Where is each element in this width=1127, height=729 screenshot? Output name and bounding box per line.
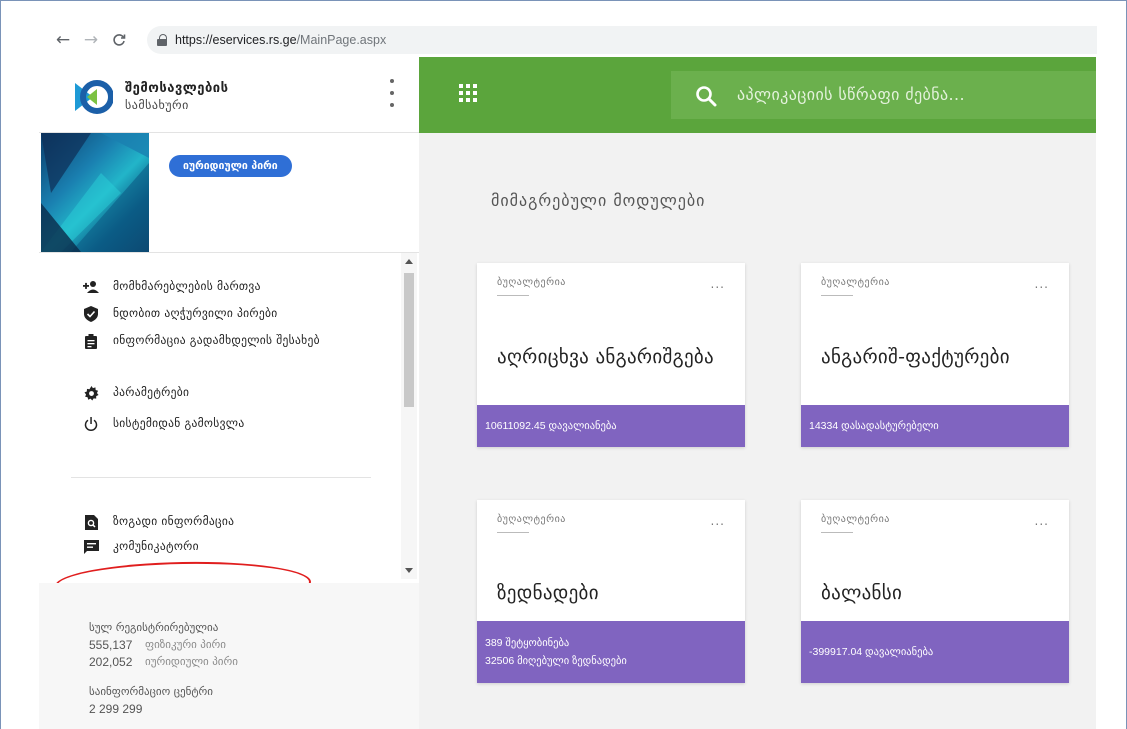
info-center-title: საინფორმაციო ცენტრი bbox=[89, 685, 213, 698]
sidebar-item-trusted-persons[interactable]: ნდობით აღჭურვილი პირები bbox=[83, 306, 278, 322]
more-options-icon[interactable]: ... bbox=[1035, 277, 1049, 291]
card-category: ბუღალტერია bbox=[497, 514, 566, 525]
scroll-down-icon[interactable] bbox=[405, 568, 413, 573]
card-category: ბუღალტერია bbox=[821, 514, 890, 525]
browser-toolbar: ← → https://eservices.rs.ge/MainPage.asp… bbox=[2, 23, 1097, 57]
card-category-underline bbox=[497, 295, 529, 296]
document-search-icon bbox=[83, 514, 99, 530]
rs-logo-icon bbox=[75, 80, 113, 114]
sidebar-scrollbar[interactable] bbox=[401, 253, 417, 579]
module-card-accounting-reporting[interactable]: ბუღალტერია ... აღრიცხვა ანგარიშგება 1061… bbox=[477, 263, 745, 447]
card-category: ბუღალტერია bbox=[497, 277, 566, 288]
scroll-up-icon[interactable] bbox=[405, 259, 413, 264]
card-title: ბალანსი bbox=[821, 582, 903, 604]
logo-subtitle: სამსახური bbox=[125, 98, 189, 112]
add-user-icon bbox=[83, 279, 99, 295]
account-banner: იურიდიული პირი bbox=[39, 133, 419, 253]
apps-grid-icon[interactable] bbox=[459, 84, 477, 102]
card-category-underline bbox=[821, 532, 853, 533]
app-search-box[interactable]: აპლიკაციის სწრაფი ძებნა... bbox=[671, 71, 1096, 119]
card-footer[interactable]: -399917.04 დავალიანება bbox=[801, 621, 1069, 683]
sidebar-menu: მომხმარებლების მართვა ნდობით აღჭურვილი პ… bbox=[39, 253, 419, 583]
sidebar-item-label: ნდობით აღჭურვილი პირები bbox=[113, 306, 278, 320]
sidebar-item-settings[interactable]: პარამეტრები bbox=[83, 385, 189, 401]
more-options-icon[interactable]: ... bbox=[1035, 514, 1049, 528]
lock-icon bbox=[157, 34, 167, 46]
search-icon[interactable] bbox=[695, 85, 717, 107]
sidebar-item-label: მომხმარებლების მართვა bbox=[113, 279, 261, 293]
card-footer[interactable]: 389 შეტყობინება 32506 მიღებული ზედნადები bbox=[477, 621, 745, 683]
shield-check-icon bbox=[83, 306, 99, 322]
gear-icon bbox=[83, 385, 99, 401]
sidebar: შემოსავლების სამსახური იურიდიული პირი მო… bbox=[39, 57, 419, 729]
logo-row: შემოსავლების სამსახური bbox=[39, 57, 419, 133]
banner-image bbox=[41, 133, 149, 252]
card-footer[interactable]: 10611092.45 დავალიანება bbox=[477, 405, 745, 447]
sidebar-item-communicator[interactable]: კომუნიკატორი bbox=[83, 539, 199, 555]
kebab-menu-icon[interactable] bbox=[387, 79, 397, 107]
card-footer[interactable]: 14334 დასადასტურებელი bbox=[801, 405, 1069, 447]
module-card-waybills[interactable]: ბუღალტერია ... ზედნადები 389 შეტყობინება… bbox=[477, 500, 745, 683]
registered-title: სულ რეგისტრირებულია bbox=[89, 621, 219, 634]
sidebar-item-general-info[interactable]: ზოგადი ინფორმაცია bbox=[83, 514, 234, 530]
card-category-underline bbox=[821, 295, 853, 296]
card-category: ბუღალტერია bbox=[821, 277, 890, 288]
card-title: ზედნადები bbox=[497, 582, 599, 604]
screenshot-frame: ← → https://eservices.rs.ge/MainPage.asp… bbox=[0, 0, 1127, 729]
module-card-invoices[interactable]: ბუღალტერია ... ანგარიშ-ფაქტურები 14334 დ… bbox=[801, 263, 1069, 447]
main-content: აპლიკაციის სწრაფი ძებნა... მიმაგრებული მ… bbox=[419, 57, 1096, 729]
scroll-thumb[interactable] bbox=[404, 273, 414, 407]
back-arrow-icon[interactable]: ← bbox=[52, 29, 74, 51]
sidebar-item-label: პარამეტრები bbox=[113, 385, 190, 399]
top-bar: აპლიკაციის სწრაფი ძებნა... bbox=[419, 57, 1096, 133]
logo-title: შემოსავლების bbox=[125, 81, 229, 96]
more-options-icon[interactable]: ... bbox=[711, 514, 725, 528]
sidebar-item-user-management[interactable]: მომხმარებლების მართვა bbox=[83, 279, 261, 295]
section-title: მიმაგრებული მოდულები bbox=[491, 191, 706, 210]
menu-divider bbox=[71, 477, 371, 478]
sidebar-item-label: კომუნიკატორი bbox=[113, 539, 199, 553]
registration-stats: სულ რეგისტრირებულია 555,137 ფიზიკური პირ… bbox=[39, 583, 419, 729]
url-text: https://eservices.rs.ge/MainPage.aspx bbox=[175, 33, 387, 47]
sidebar-item-label: ინფორმაცია გადამხდელის შესახებ bbox=[113, 333, 320, 347]
stat-row: 202,052 იურიდიული პირი bbox=[89, 655, 238, 669]
card-title: აღრიცხვა ანგარიშგება bbox=[497, 346, 714, 368]
chat-icon bbox=[83, 539, 99, 555]
more-options-icon[interactable]: ... bbox=[711, 277, 725, 291]
info-center-value: 2 299 299 bbox=[89, 702, 143, 716]
forward-arrow-icon[interactable]: → bbox=[80, 29, 102, 51]
reload-icon[interactable] bbox=[108, 29, 130, 51]
entity-type-badge[interactable]: იურიდიული პირი bbox=[169, 155, 292, 177]
module-card-balance[interactable]: ბუღალტერია ... ბალანსი -399917.04 დავალი… bbox=[801, 500, 1069, 683]
card-title: ანგარიშ-ფაქტურები bbox=[821, 346, 1010, 368]
sidebar-item-payer-info[interactable]: ინფორმაცია გადამხდელის შესახებ bbox=[83, 333, 333, 349]
sidebar-item-logout[interactable]: სისტემიდან გამოსვლა bbox=[83, 416, 244, 432]
sidebar-item-label: სისტემიდან გამოსვლა bbox=[113, 416, 245, 430]
search-input[interactable]: აპლიკაციის სწრაფი ძებნა... bbox=[737, 85, 965, 104]
stat-row: 555,137 ფიზიკური პირი bbox=[89, 638, 227, 652]
address-bar[interactable]: https://eservices.rs.ge/MainPage.aspx bbox=[147, 26, 1097, 54]
sidebar-item-label: ზოგადი ინფორმაცია bbox=[113, 514, 235, 528]
power-icon bbox=[83, 416, 99, 432]
card-category-underline bbox=[497, 532, 529, 533]
